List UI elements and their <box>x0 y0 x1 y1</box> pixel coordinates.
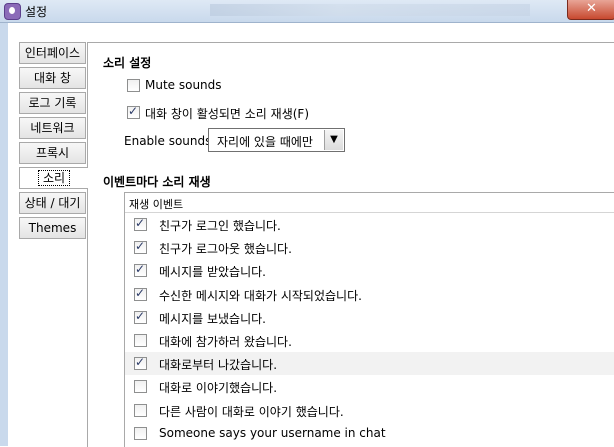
list-item[interactable]: 다른 사람이 대화로 이야기 했습니다. <box>125 399 614 422</box>
list-item[interactable]: 대화에 참가하러 왔습니다. <box>125 329 614 352</box>
focus-play-label[interactable]: 대화 창이 활성되면 소리 재생(F) <box>145 105 309 122</box>
column-header-label: 재생 이벤트 <box>129 198 184 211</box>
event-label: Someone says your username in chat <box>159 426 386 440</box>
tab-label: 로그 기록 <box>28 96 77 110</box>
tab-label: 대화 창 <box>34 71 71 85</box>
tab-proxy[interactable]: 프록시 <box>19 142 86 164</box>
list-item[interactable]: 메시지를 받았습니다. <box>125 259 614 282</box>
sound-settings-heading: 소리 설정 <box>103 56 152 70</box>
list-item[interactable]: 대화로 이야기했습니다. <box>125 375 614 398</box>
event-label: 다른 사람이 대화로 이야기 했습니다. <box>159 405 344 419</box>
event-label: 메시지를 보냈습니다. <box>159 312 266 326</box>
window-title: 설정 <box>25 5 48 19</box>
event-label: 친구가 로그아웃 했습니다. <box>159 242 292 256</box>
event-label: 수신한 메시지와 대화가 시작되었습니다. <box>159 289 362 303</box>
sound-events-list[interactable]: 재생 이벤트 친구가 로그인 했습니다. 친구가 로그아웃 했습니다. 메시지를… <box>124 192 614 447</box>
mute-sounds-label[interactable]: Mute sounds <box>145 78 222 92</box>
enable-sounds-value: 자리에 있을 때에만 <box>217 135 313 149</box>
title-bar: 설정 ✕ <box>0 0 614 23</box>
list-item[interactable]: 친구가 로그아웃 했습니다. <box>125 236 614 259</box>
tab-label: Themes <box>28 221 77 235</box>
list-item[interactable]: 친구가 로그인 했습니다. <box>125 213 614 236</box>
event-label: 대화에 참가하러 왔습니다. <box>159 335 292 349</box>
window-frame-left <box>0 23 8 446</box>
list-item[interactable]: 수신한 메시지와 대화가 시작되었습니다. <box>125 283 614 306</box>
list-item[interactable]: 대화로부터 나갔습니다. <box>125 352 614 375</box>
tab-interface[interactable]: 인터페이스 <box>19 42 86 64</box>
list-item[interactable]: Someone says your username in chat <box>125 422 614 445</box>
tab-sound[interactable]: 소리 <box>19 167 88 189</box>
event-checkbox[interactable] <box>134 427 147 440</box>
event-label: 메시지를 받았습니다. <box>159 265 266 279</box>
tab-themes[interactable]: Themes <box>19 217 86 239</box>
tab-status-idle[interactable]: 상태 / 대기 <box>19 192 86 214</box>
tab-label: 상태 / 대기 <box>24 196 81 210</box>
event-label: 대화로부터 나갔습니다. <box>159 358 278 372</box>
list-column-header[interactable]: 재생 이벤트 <box>125 193 614 213</box>
title-bar-background <box>210 4 530 16</box>
tab-logging[interactable]: 로그 기록 <box>19 92 86 114</box>
enable-sounds-label: Enable sounds: <box>124 134 216 148</box>
tab-chat-window[interactable]: 대화 창 <box>19 67 86 89</box>
close-button[interactable]: ✕ <box>567 0 614 20</box>
event-checkbox[interactable] <box>134 355 147 370</box>
chevron-down-icon[interactable]: ▼ <box>324 130 343 150</box>
enable-sounds-select[interactable]: 자리에 있을 때에만 ▼ <box>208 128 345 152</box>
event-checkbox[interactable] <box>134 334 147 347</box>
tab-label: 네트워크 <box>30 121 75 135</box>
focus-play-checkbox[interactable] <box>127 104 140 119</box>
event-checkbox[interactable] <box>134 380 147 393</box>
event-label: 친구가 로그인 했습니다. <box>159 219 281 233</box>
event-checkbox[interactable] <box>134 239 147 254</box>
event-checkbox[interactable] <box>134 286 147 301</box>
tab-network[interactable]: 네트워크 <box>19 117 86 139</box>
mute-sounds-checkbox[interactable] <box>127 79 140 92</box>
tab-label: 인터페이스 <box>24 46 81 60</box>
list-item[interactable]: 메시지를 보냈습니다. <box>125 306 614 329</box>
event-checkbox[interactable] <box>134 309 147 324</box>
event-checkbox[interactable] <box>134 262 147 277</box>
app-icon <box>4 3 21 20</box>
tab-label: 프록시 <box>35 146 70 160</box>
tab-label: 소리 <box>37 170 71 186</box>
event-checkbox[interactable] <box>134 216 147 231</box>
event-checkbox[interactable] <box>134 404 147 417</box>
events-heading: 이벤트마다 소리 재생 <box>103 175 211 189</box>
event-label: 대화로 이야기했습니다. <box>159 381 278 395</box>
